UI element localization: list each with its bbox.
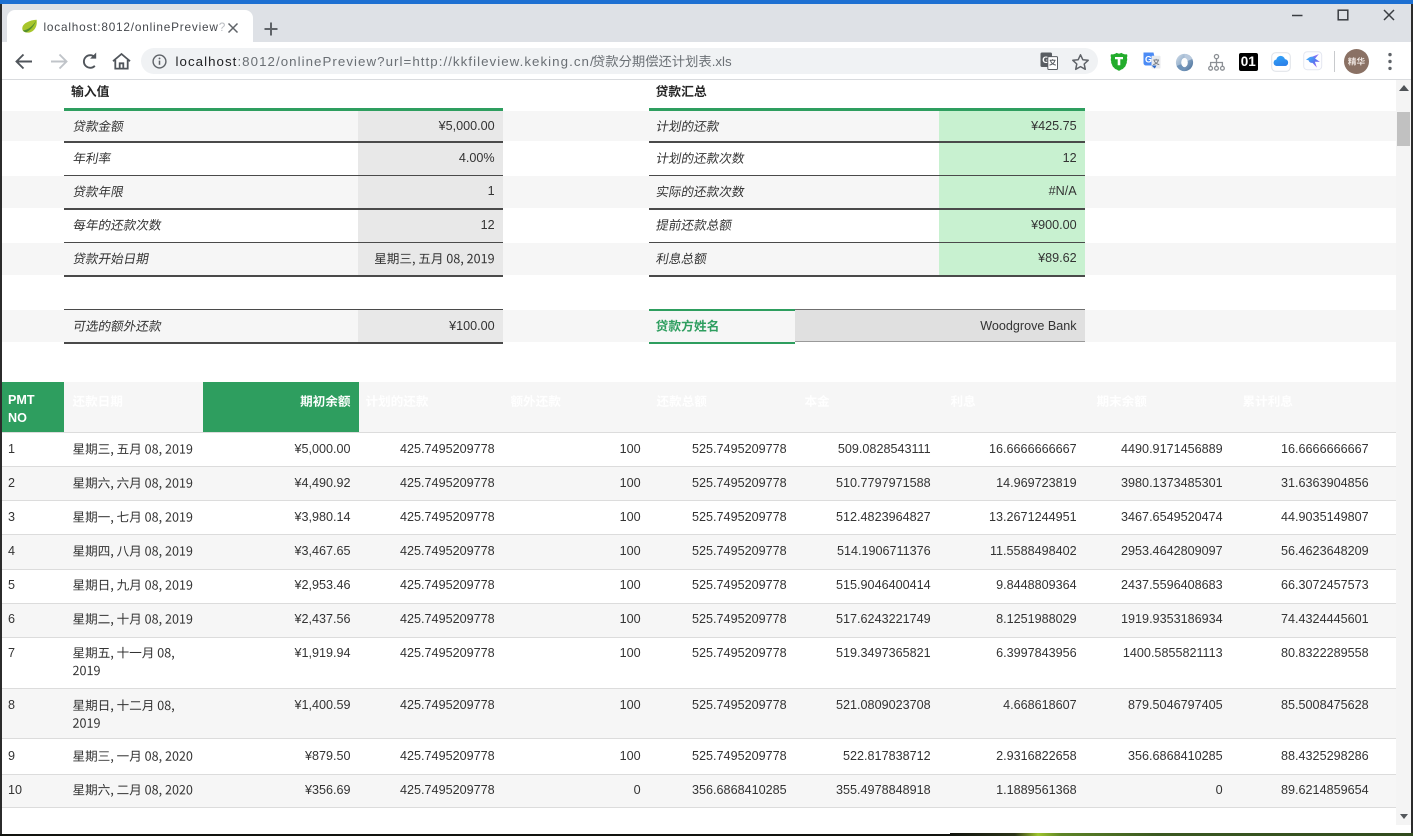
svg-text:G: G <box>1145 54 1152 64</box>
